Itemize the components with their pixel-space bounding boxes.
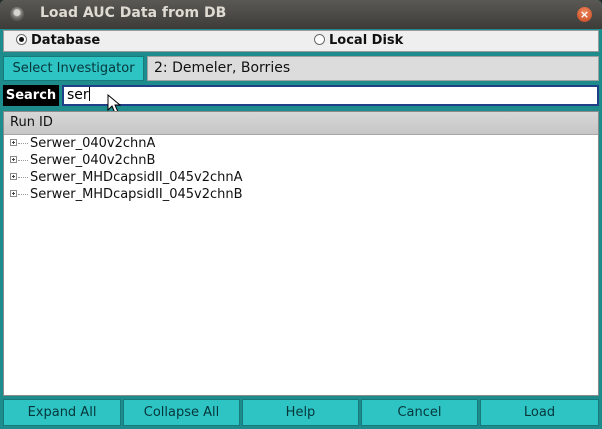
tree-row[interactable]: Serwer_MHDcapsidII_045v2chnB <box>4 186 598 203</box>
load-button[interactable]: Load <box>480 399 599 426</box>
cancel-button[interactable]: Cancel <box>361 399 478 426</box>
window-menu-icon[interactable] <box>10 7 24 21</box>
button-bar: Expand All Collapse All Help Cancel Load <box>3 399 599 426</box>
tree-row[interactable]: Serwer_040v2chnA <box>4 135 598 152</box>
window-title: Load AUC Data from DB <box>40 5 227 21</box>
expand-plus-icon[interactable] <box>10 173 17 180</box>
close-icon[interactable]: × <box>577 7 592 22</box>
load-auc-dialog: Load AUC Data from DB × Database Local D… <box>0 0 602 429</box>
select-investigator-button[interactable]: Select Investigator <box>3 56 144 81</box>
tree-connector <box>18 194 28 195</box>
collapse-all-button[interactable]: Collapse All <box>123 399 240 426</box>
radio-local-disk[interactable]: Local Disk <box>314 33 403 48</box>
expand-plus-icon[interactable] <box>10 156 17 163</box>
radio-database[interactable]: Database <box>16 33 100 48</box>
column-header-run-id[interactable]: Run ID <box>4 112 598 135</box>
expand-plus-icon[interactable] <box>10 139 17 146</box>
search-input-value: ser <box>67 87 89 103</box>
expand-plus-icon[interactable] <box>10 190 17 197</box>
search-label: Search <box>3 85 59 106</box>
tree-connector <box>18 177 28 178</box>
radio-database-label: Database <box>31 33 101 48</box>
source-selector: Database Local Disk <box>3 30 599 52</box>
run-id-label: Serwer_040v2chnA <box>30 136 156 151</box>
radio-checked-icon <box>16 34 27 45</box>
run-id-label: Serwer_MHDcapsidII_045v2chnB <box>30 187 243 202</box>
tree-connector <box>18 160 28 161</box>
expand-all-button[interactable]: Expand All <box>3 399 121 426</box>
title-bar: Load AUC Data from DB × <box>0 0 602 29</box>
run-id-label: Serwer_MHDcapsidII_045v2chnA <box>30 170 243 185</box>
tree-connector <box>18 143 28 144</box>
investigator-field: 2: Demeler, Borries <box>147 56 599 81</box>
tree-row[interactable]: Serwer_MHDcapsidII_045v2chnA <box>4 169 598 186</box>
help-button[interactable]: Help <box>242 399 359 426</box>
search-input[interactable]: ser <box>62 85 599 106</box>
tree-row[interactable]: Serwer_040v2chnB <box>4 152 598 169</box>
run-id-label: Serwer_040v2chnB <box>30 153 156 168</box>
run-id-tree[interactable]: Run ID Serwer_040v2chnA Serwer_040v2chnB… <box>3 111 599 396</box>
radio-local-disk-label: Local Disk <box>329 33 404 48</box>
radio-unchecked-icon <box>314 34 325 45</box>
text-caret <box>88 87 90 101</box>
